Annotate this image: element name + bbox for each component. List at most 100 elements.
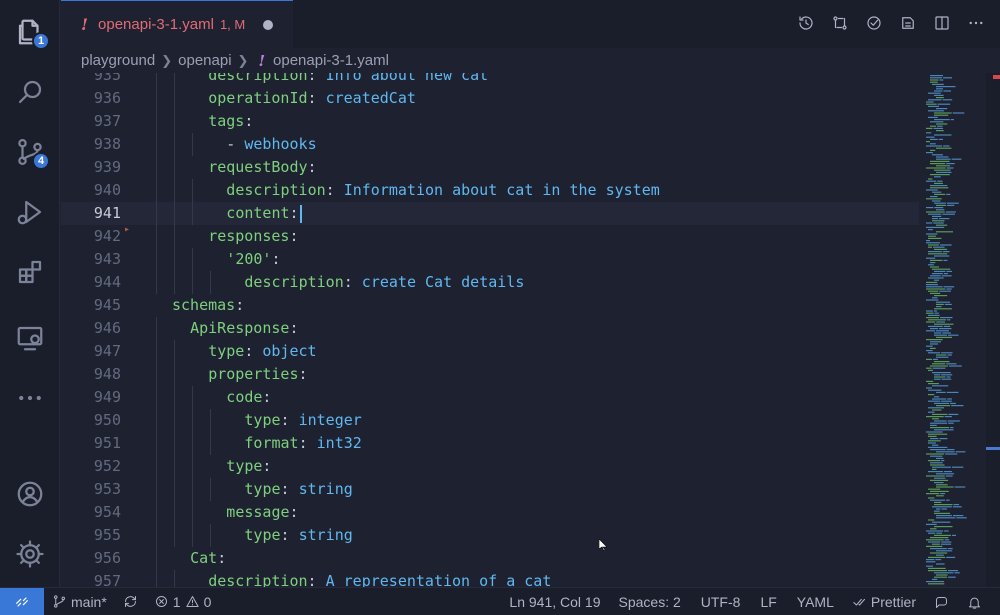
minimap-line [932, 215, 942, 217]
breadcrumb-item-file[interactable]: openapi-3-1.yaml [273, 52, 389, 69]
indent-guide [174, 179, 176, 202]
minimap-line [932, 468, 937, 470]
minimap[interactable] [920, 73, 986, 587]
accounts-icon[interactable] [10, 474, 50, 514]
code-line[interactable]: 949 code: [61, 386, 919, 409]
prettier-status[interactable]: Prettier [844, 588, 924, 615]
indent-guide [192, 271, 194, 294]
timeline-icon[interactable] [796, 12, 816, 34]
code-line[interactable]: 945 schemas: [61, 294, 919, 317]
minimap-line [930, 174, 950, 176]
code-line[interactable]: 940 description: Information about cat in… [61, 179, 919, 202]
code-line[interactable]: 957 description: A representation of a ca… [61, 570, 919, 587]
settings-gear-icon[interactable] [10, 534, 50, 574]
code-line[interactable]: 942 responses: [61, 225, 919, 248]
sync-button[interactable] [115, 588, 146, 615]
minimap-line [930, 262, 936, 264]
breadcrumb-item-playground[interactable]: playground [81, 52, 155, 69]
minimap-line [930, 275, 941, 277]
feedback-icon [936, 596, 947, 608]
code-line[interactable]: 950 type: integer [61, 409, 919, 432]
code-line[interactable]: 954 message: [61, 501, 919, 524]
indent-guide [192, 248, 194, 271]
minimap-line [943, 259, 948, 261]
vertical-scrollbar[interactable] [986, 73, 1000, 587]
copilot-icon[interactable] [864, 12, 884, 34]
code-text: type: object [208, 342, 317, 360]
indent-guide [174, 73, 176, 87]
minimap-line [926, 152, 933, 154]
code-line[interactable]: 947 type: object [61, 340, 919, 363]
language-mode[interactable]: YAML [787, 588, 844, 615]
remote-explorer-icon[interactable] [10, 318, 50, 358]
indent-guide [174, 156, 176, 179]
editor-tab[interactable]: ! openapi-3-1.yaml 1, M [61, 0, 293, 48]
split-editor-icon[interactable] [932, 12, 952, 34]
minimap-line [926, 367, 932, 369]
unsaved-dot-icon[interactable] [263, 19, 274, 30]
minimap-line [934, 248, 948, 250]
indent-guide [156, 202, 157, 225]
code-line[interactable]: 946 ApiResponse: [61, 317, 919, 340]
search-icon[interactable] [10, 72, 50, 112]
code-line[interactable]: 938 - webhooks [61, 133, 919, 156]
minimap-line [928, 442, 936, 444]
minimap-line [936, 405, 951, 407]
more-actions-icon[interactable] [966, 12, 986, 34]
code-line[interactable]: 944 description: create Cat details [61, 271, 919, 294]
minimap-line [926, 475, 945, 477]
minimap-line [937, 180, 943, 182]
extensions-icon[interactable] [10, 252, 50, 292]
minimap-line [934, 134, 952, 136]
code-line[interactable]: 936 operationId: createdCat [61, 87, 919, 110]
minimap-line [934, 312, 939, 314]
code-editor[interactable]: ▸ 935 description: Info about new cat 936 o… [61, 73, 919, 587]
breadcrumb-item-openapi[interactable]: openapi [178, 52, 231, 69]
code-line[interactable]: 951 format: int32 [61, 432, 919, 455]
minimap-line [928, 352, 941, 354]
minimap-line [936, 451, 955, 453]
code-line[interactable]: 956 Cat: [61, 547, 919, 570]
run-debug-icon[interactable] [10, 192, 50, 232]
branch-status[interactable]: main* [44, 588, 115, 615]
sync-icon [124, 596, 136, 607]
minimap-line [926, 565, 934, 567]
minimap-line [926, 545, 943, 547]
minimap-line [934, 378, 941, 380]
compare-changes-icon[interactable] [830, 12, 850, 34]
minimap-line [948, 422, 954, 424]
minimap-line [928, 433, 948, 435]
code-line[interactable]: 943 '200': [61, 248, 919, 271]
code-line[interactable]: 953 type: string [61, 478, 919, 501]
minimap-line [928, 99, 942, 101]
eol-status[interactable]: LF [750, 588, 786, 615]
source-control-icon[interactable]: 4 [10, 132, 50, 172]
minimap-line [928, 567, 946, 569]
minimap-line [951, 534, 957, 536]
code-line[interactable]: 948 properties: [61, 363, 919, 386]
preview-icon[interactable] [898, 12, 918, 34]
minimap-line [928, 264, 934, 266]
code-line[interactable]: 952 type: [61, 455, 919, 478]
feedback-button[interactable] [924, 588, 959, 615]
indent-guide [174, 501, 176, 524]
code-line[interactable]: 941 content: [61, 202, 919, 225]
more-icon[interactable] [10, 378, 50, 418]
code-line[interactable]: 935 description: Info about new cat [61, 73, 919, 87]
code-line[interactable]: 939 requestBody: [61, 156, 919, 179]
explorer-icon[interactable]: 1 [10, 12, 50, 52]
notifications-button[interactable] [959, 588, 990, 615]
line-number: 951 [93, 434, 121, 452]
minimap-line [934, 402, 950, 404]
minimap-line [928, 383, 939, 385]
code-line[interactable]: 955 type: string [61, 524, 919, 547]
minimap-line [933, 246, 945, 248]
indent-guide [156, 133, 157, 156]
indentation-status[interactable]: Spaces: 2 [609, 588, 691, 615]
code-line[interactable]: 937 tags: [61, 110, 919, 133]
encoding-status[interactable]: UTF-8 [691, 588, 751, 615]
remote-indicator-icon[interactable] [0, 587, 44, 615]
cursor-position[interactable]: Ln 941, Col 19 [501, 588, 608, 615]
problems-status[interactable]: 1 0 [146, 588, 220, 615]
minimap-line [947, 548, 953, 550]
